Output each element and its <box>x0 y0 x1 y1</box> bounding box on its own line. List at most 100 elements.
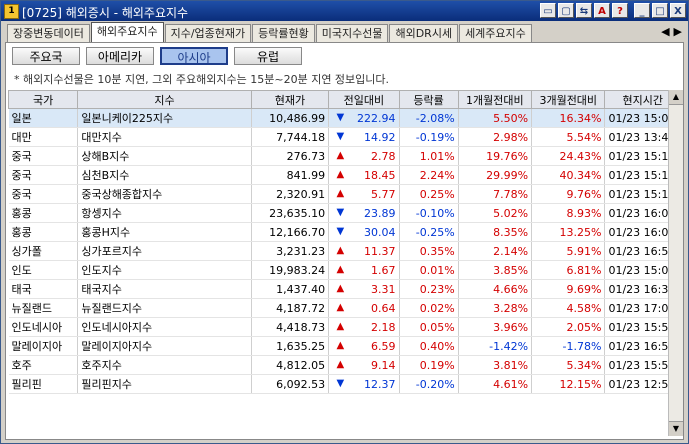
up-triangle-icon: ▲ <box>336 244 345 256</box>
cell-change: ▼ 14.92 <box>328 127 400 147</box>
tab-5[interactable]: 해외DR시세 <box>389 24 459 42</box>
cell-m3: 5.91% <box>531 241 606 261</box>
cell-m3: 24.43% <box>531 146 606 166</box>
help-icon[interactable]: ? <box>612 3 628 18</box>
region-button-2[interactable]: 아시아 <box>160 47 228 65</box>
down-triangle-icon: ▼ <box>336 130 345 142</box>
column-header[interactable]: 3개월전대비 <box>531 90 606 109</box>
cell-m3: 9.69% <box>531 279 606 299</box>
cell-m3: 9.76% <box>531 184 606 204</box>
change-value: 5.77 <box>371 187 396 201</box>
cell-change: ▲ 1.67 <box>328 260 400 280</box>
change-value: 2.78 <box>371 149 396 163</box>
cell-change: ▼ 30.04 <box>328 222 400 242</box>
cell-price: 12,166.70 <box>251 222 330 242</box>
column-header[interactable]: 현재가 <box>250 90 330 109</box>
cell-m1: 3.85% <box>458 260 533 280</box>
restore-icon[interactable]: ▭ <box>540 3 556 18</box>
vertical-scrollbar[interactable]: ▲ ▼ <box>668 90 683 436</box>
content-panel: 주요국 아메리카 아시아 유럽 * 해외지수선물은 10분 지연, 그외 주요해외지수… <box>5 42 684 440</box>
cell-m3: 8.93% <box>531 203 606 223</box>
down-triangle-icon: ▼ <box>336 206 345 218</box>
cell-change: ▼ 12.37 <box>328 374 400 394</box>
change-value: 12.37 <box>364 377 396 391</box>
cell-price: 4,812.05 <box>251 355 330 375</box>
table-row[interactable]: 필리핀 필리핀지수 6,092.53 ▼ 12.37 -0.20% 4.61% 12.15% 0… <box>8 374 681 394</box>
cell-index: 필리핀지수 <box>77 374 252 394</box>
cell-rate: 0.25% <box>399 184 459 204</box>
swap-icon[interactable]: ⇆ <box>576 3 592 18</box>
cell-index: 항셍지수 <box>77 203 252 223</box>
scroll-up-icon[interactable]: ▲ <box>669 90 683 105</box>
table-row[interactable]: 홍콩 항셍지수 23,635.10 ▼ 23.89 -0.10% 5.02% 8.93% 01/… <box>8 203 681 223</box>
cell-m3: 5.34% <box>531 355 606 375</box>
region-button-3[interactable]: 유럽 <box>234 47 302 65</box>
cell-change: ▲ 9.14 <box>328 355 400 375</box>
column-header[interactable]: 등락률 <box>398 90 459 109</box>
region-button-0[interactable]: 주요국 <box>12 47 80 65</box>
cell-country: 중국 <box>8 184 79 204</box>
tab-1[interactable]: 해외주요지수 <box>90 22 164 42</box>
column-header[interactable]: 지수 <box>77 90 252 109</box>
cell-m1: 4.61% <box>458 374 533 394</box>
down-triangle-icon: ▼ <box>336 377 345 389</box>
tab-right-arrow-icon[interactable]: ▶ <box>674 25 682 38</box>
tab-2[interactable]: 지수/업종현재가 <box>164 24 252 42</box>
table-row[interactable]: 싱가폴 싱가포르지수 3,231.23 ▲ 11.37 0.35% 2.14% 5.91% 01… <box>8 241 681 261</box>
cell-m3: 12.15% <box>531 374 606 394</box>
cell-country: 인도네시아 <box>8 317 79 337</box>
down-triangle-icon: ▼ <box>336 111 345 123</box>
tab-6[interactable]: 세계주요지수 <box>459 24 532 42</box>
cell-m1: 3.28% <box>458 298 533 318</box>
scroll-down-icon[interactable]: ▼ <box>669 421 683 436</box>
column-header[interactable]: 1개월전대비 <box>457 90 533 109</box>
table-row[interactable]: 말레이지아 말레이지아지수 1,635.25 ▲ 6.59 0.40% -1.42% -1.7… <box>8 336 681 356</box>
cell-rate: 0.23% <box>399 279 459 299</box>
table-row[interactable]: 중국 상해B지수 276.73 ▲ 2.78 1.01% 19.76% 24.43% 01/23… <box>8 146 681 166</box>
cell-index: 인도지수 <box>77 260 252 280</box>
font-icon[interactable]: A <box>594 3 610 18</box>
column-header[interactable]: 국가 <box>7 90 79 109</box>
cell-index: 태국지수 <box>77 279 252 299</box>
table-row[interactable]: 중국 심천B지수 841.99 ▲ 18.45 2.24% 29.99% 40.34% 01/2… <box>8 165 681 185</box>
tab-4[interactable]: 미국지수선물 <box>315 24 389 42</box>
region-button-1[interactable]: 아메리카 <box>86 47 154 65</box>
column-header[interactable]: 전일대비 <box>328 90 400 109</box>
cell-rate: -0.19% <box>399 127 459 147</box>
table-row[interactable]: 일본 일본니케이225지수 10,486.99 ▼ 222.94 -2.08% 5.50% 1… <box>8 108 681 128</box>
cell-country: 홍콩 <box>8 203 79 223</box>
change-value: 222.94 <box>357 111 396 125</box>
table-row[interactable]: 중국 중국상해종합지수 2,320.91 ▲ 5.77 0.25% 7.78% 9.76% 01… <box>8 184 681 204</box>
change-value: 2.18 <box>371 320 396 334</box>
cell-country: 중국 <box>8 146 79 166</box>
up-triangle-icon: ▲ <box>336 320 345 332</box>
max-window-icon[interactable]: □ <box>652 3 668 18</box>
change-value: 30.04 <box>364 225 396 239</box>
cell-country: 인도 <box>8 260 79 280</box>
cell-rate: 0.01% <box>399 260 459 280</box>
table-row[interactable]: 호주 호주지수 4,812.05 ▲ 9.14 0.19% 3.81% 5.34% 01/23 … <box>8 355 681 375</box>
table-row[interactable]: 인도 인도지수 19,983.24 ▲ 1.67 0.01% 3.85% 6.81% 01/23… <box>8 260 681 280</box>
region-buttons: 주요국 아메리카 아시아 유럽 <box>12 47 302 65</box>
table-row[interactable]: 대만 대만지수 7,744.18 ▼ 14.92 -0.19% 2.98% 5.54% 01/2… <box>8 127 681 147</box>
minimize-icon[interactable]: _ <box>634 3 650 18</box>
index-table: 국가 지수 현재가 전일대비 등락률 1개월전대비 3개월전대비 현지시간 일본 일본니케이22… <box>7 90 681 394</box>
tab-left-arrow-icon[interactable]: ◀ <box>661 25 669 38</box>
close-icon[interactable]: X <box>670 3 686 18</box>
table-row[interactable]: 뉴질랜드 뉴질랜드지수 4,187.72 ▲ 0.64 0.02% 3.28% 4.58% 01… <box>8 298 681 318</box>
cell-change: ▲ 2.78 <box>328 146 400 166</box>
cell-m3: 13.25% <box>531 222 606 242</box>
table-row[interactable]: 인도네시아 인도네시아지수 4,418.73 ▲ 2.18 0.05% 3.96% 2.05%… <box>8 317 681 337</box>
tab-3[interactable]: 등락률현황 <box>252 24 315 42</box>
table-row[interactable]: 태국 태국지수 1,437.40 ▲ 3.31 0.23% 4.66% 9.69% 01/23 … <box>8 279 681 299</box>
table-row[interactable]: 홍콩 홍콩H지수 12,166.70 ▼ 30.04 -0.25% 8.35% 13.25% 0… <box>8 222 681 242</box>
cell-index: 뉴질랜드지수 <box>77 298 252 318</box>
cell-index: 말레이지아지수 <box>77 336 252 356</box>
title-bar[interactable]: 1 [0725] 해외증시 - 해외주요지수 ▭ ▢ ⇆ A? _ □ X <box>1 1 688 21</box>
change-value: 23.89 <box>364 206 396 220</box>
maximize-icon[interactable]: ▢ <box>558 3 574 18</box>
tab-0[interactable]: 장중변동데이터 <box>7 24 90 42</box>
table-header: 국가 지수 현재가 전일대비 등락률 1개월전대비 3개월전대비 현지시간 <box>7 90 681 109</box>
cell-index: 일본니케이225지수 <box>77 108 252 128</box>
cell-change: ▲ 5.77 <box>328 184 400 204</box>
